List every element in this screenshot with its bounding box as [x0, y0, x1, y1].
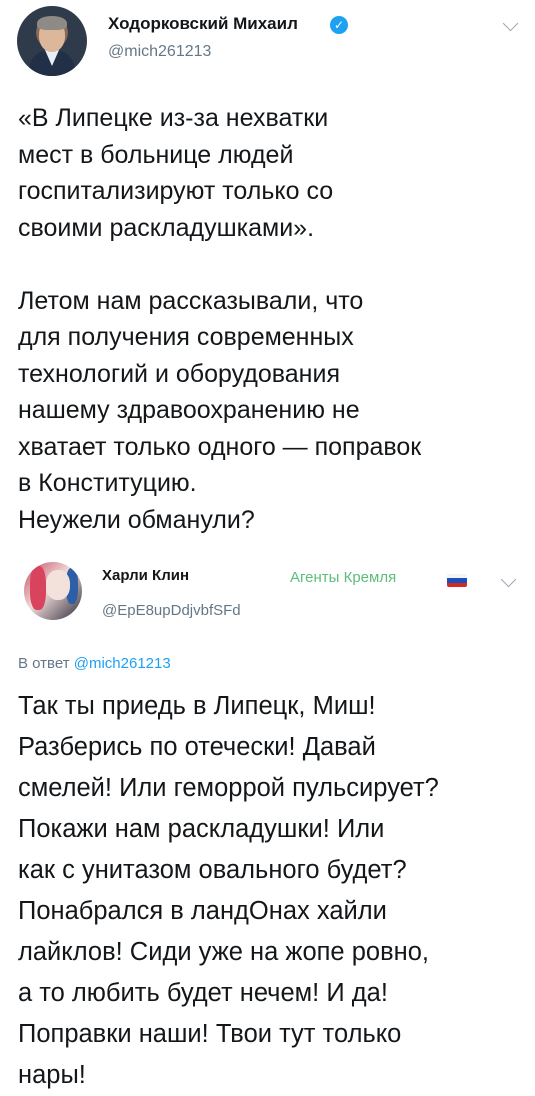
tweet-line: нашему здравоохранению не — [18, 396, 360, 424]
reply-line: Понабрался в ландОнах хайли — [18, 897, 387, 925]
reply-author-avatar[interactable] — [24, 562, 82, 620]
tweet-line: Неужели обманули? — [18, 505, 255, 534]
reply-line: смелей! Или геморрой пульсирует? — [18, 774, 439, 802]
tweet-line: Летом нам рассказывали, что — [18, 286, 364, 315]
reply-line: Разберись по отечески! Давай — [18, 733, 376, 761]
reply-line: Так ты приедь в Липецк, Миш! — [18, 692, 376, 720]
replying-to: В ответ @mich261213 — [18, 655, 171, 672]
tweet-line: своими раскладушками». — [18, 213, 315, 242]
reply-line: как с унитазом овального будет? — [18, 856, 407, 884]
verified-badge-icon: ✓ — [330, 16, 348, 34]
chevron-down-icon[interactable] — [500, 571, 517, 588]
tweet-line: госпитализируют только со — [18, 177, 334, 205]
reply-line: лайклов! Сиди уже на жопе ровно, — [18, 938, 429, 966]
tweet-line: для получения современных — [18, 323, 354, 351]
reply-line: а то любить будет нечем! И да! — [18, 979, 388, 1007]
tweet-text: «В Липецке из-за нехватки мест в больниц… — [18, 100, 528, 538]
tweet-line: технологий и оборудования — [18, 359, 340, 388]
reply-line: Покажи нам раскладушки! Или — [18, 815, 385, 843]
reply-line: Поправки наши! Твои тут только — [18, 1020, 402, 1048]
reply-author-name[interactable]: Харли Клин — [102, 567, 189, 584]
reply-text: Так ты приедь в Липецк, Миш! Разберись п… — [18, 686, 530, 1096]
russia-flag-icon — [447, 574, 467, 587]
chevron-down-icon[interactable] — [502, 15, 519, 32]
reply-line: нары! — [18, 1061, 86, 1089]
tweet-line: «В Липецке из-за нехватки — [18, 104, 329, 132]
replying-to-prefix: В ответ — [18, 655, 70, 672]
reply-author-handle[interactable]: @EpE8upDdjvbfSFd — [102, 602, 241, 619]
tweet-line: мест в больнице людей — [18, 140, 294, 169]
tweet-line: хватает только одного — поправок — [18, 432, 422, 461]
account-label: Агенты Кремля — [290, 569, 397, 586]
author-avatar[interactable] — [17, 6, 87, 76]
author-name[interactable]: Ходорковский Михаил — [108, 14, 298, 34]
replying-to-mention[interactable]: @mich261213 — [74, 655, 171, 672]
tweet-line: в Конституцию. — [18, 469, 197, 497]
author-handle[interactable]: @mich261213 — [108, 43, 211, 61]
